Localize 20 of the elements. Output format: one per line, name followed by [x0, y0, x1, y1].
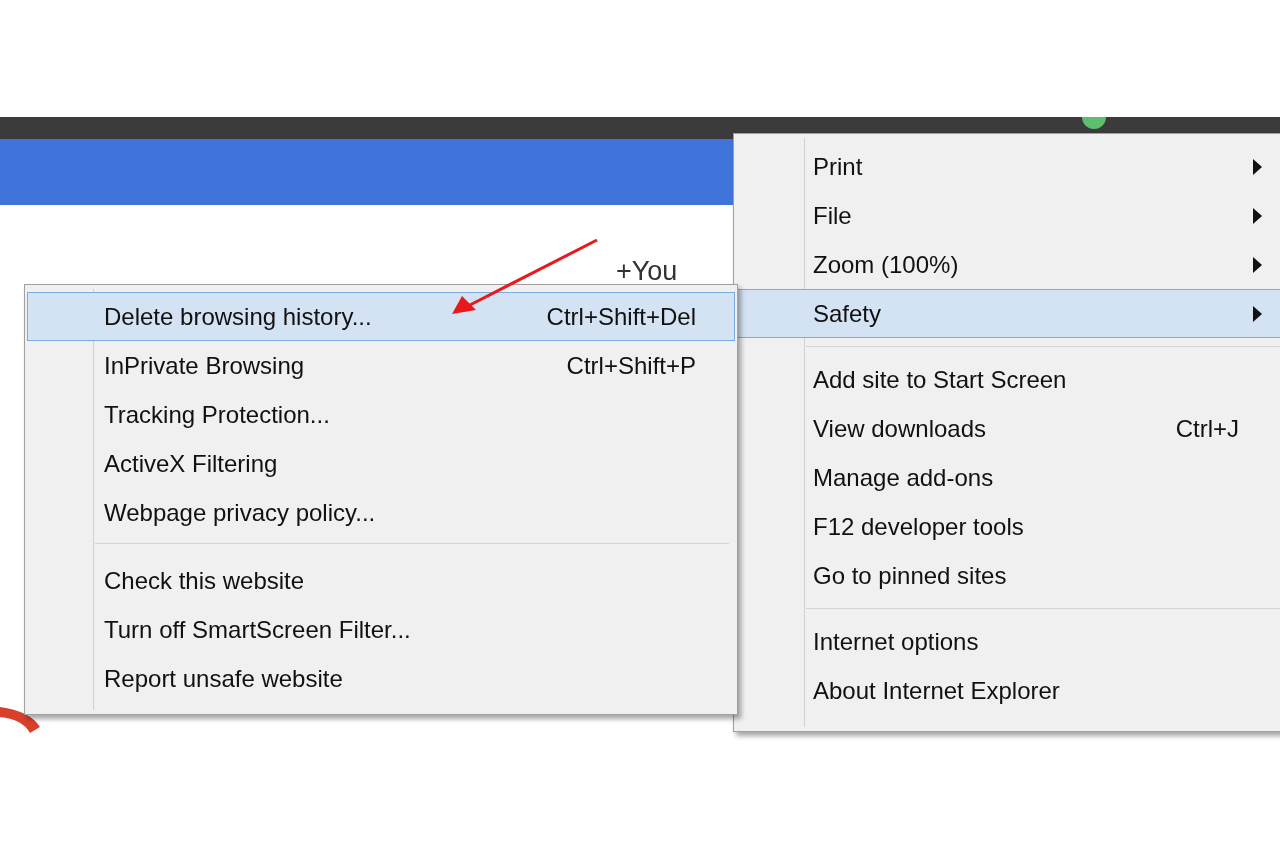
- menu-item[interactable]: ActiveX Filtering: [27, 439, 735, 488]
- menu-item[interactable]: About Internet Explorer: [736, 666, 1280, 715]
- menu-item[interactable]: Zoom (100%): [736, 240, 1280, 289]
- menu-item[interactable]: Print: [736, 142, 1280, 191]
- menu-item[interactable]: Check this website: [27, 556, 735, 605]
- menu-item[interactable]: Internet options: [736, 617, 1280, 666]
- menu-item[interactable]: Go to pinned sites: [736, 551, 1280, 600]
- menu-item[interactable]: Tracking Protection...: [27, 390, 735, 439]
- menu-item[interactable]: Add site to Start Screen: [736, 355, 1280, 404]
- menu-item[interactable]: Turn off SmartScreen Filter...: [27, 605, 735, 654]
- user-link[interactable]: +You: [616, 256, 678, 287]
- menu-item[interactable]: F12 developer tools: [736, 502, 1280, 551]
- menu-item[interactable]: Report unsafe website: [27, 654, 735, 703]
- menu-item[interactable]: File: [736, 191, 1280, 240]
- menu-item[interactable]: Delete browsing history... Ctrl+Shift+Del: [27, 292, 735, 341]
- menu-item[interactable]: Safety: [736, 289, 1280, 338]
- menu-item[interactable]: Webpage privacy policy...: [27, 488, 735, 537]
- menu-item[interactable]: View downloads Ctrl+J: [736, 404, 1280, 453]
- menu-item[interactable]: Manage add-ons: [736, 453, 1280, 502]
- menu-item[interactable]: InPrivate Browsing Ctrl+Shift+P: [27, 341, 735, 390]
